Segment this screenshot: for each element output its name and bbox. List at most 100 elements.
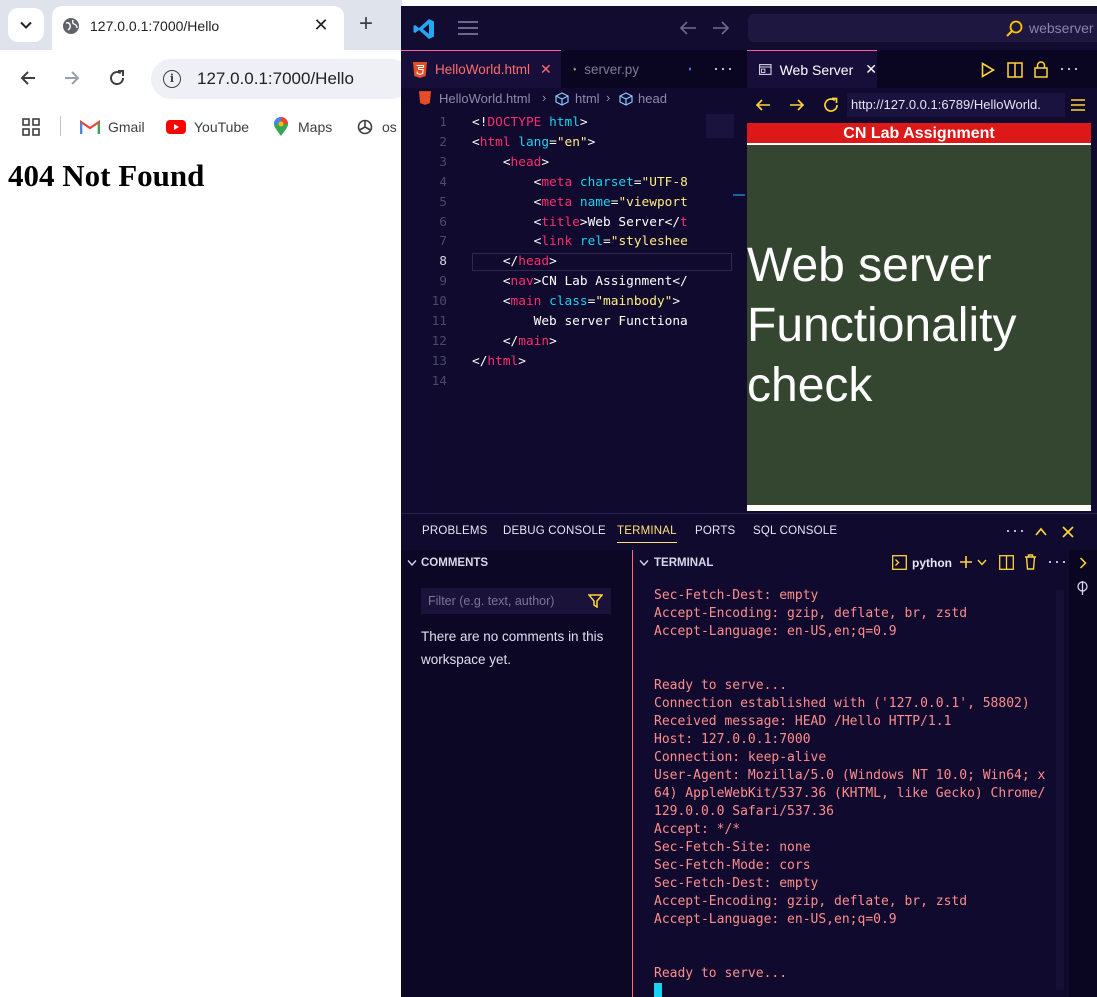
tab-web-server[interactable]: Web Server ✕ bbox=[747, 50, 877, 88]
breadcrumb-item[interactable]: head bbox=[638, 91, 667, 106]
breadcrumb-item[interactable]: HelloWorld.html bbox=[439, 91, 531, 106]
more-actions-icon[interactable]: ··· bbox=[1047, 551, 1068, 572]
tab-helloworld-html[interactable]: HelloWorld.html ✕ bbox=[401, 50, 561, 88]
preview-navigation: http://127.0.0.1:6789/HelloWorld. bbox=[745, 88, 1097, 122]
code-token: < bbox=[472, 194, 542, 210]
new-tab-button[interactable]: + bbox=[352, 10, 380, 38]
split-editor-icon[interactable] bbox=[1007, 62, 1023, 78]
menu-icon[interactable] bbox=[1071, 99, 1085, 111]
reload-button[interactable] bbox=[103, 64, 131, 92]
code-token: lang bbox=[518, 134, 550, 150]
youtube-icon bbox=[166, 120, 186, 134]
close-icon[interactable]: ✕ bbox=[865, 61, 877, 78]
filter-icon[interactable] bbox=[588, 594, 603, 608]
arrow-right-icon[interactable] bbox=[712, 20, 730, 36]
code-token: t bbox=[680, 214, 688, 230]
chevron-right-icon[interactable] bbox=[1079, 557, 1087, 569]
terminal-pane[interactable]: TERMINAL python ··· Sec-Fetch-Dest: empt… bbox=[633, 550, 1097, 997]
bookmark-youtube[interactable]: YouTube bbox=[166, 117, 249, 137]
address-bar[interactable]: i 127.0.0.1:7000/Hello bbox=[151, 59, 402, 99]
code-token: meta bbox=[541, 174, 573, 190]
terminal-line: Connection established with ('127.0.0.1'… bbox=[654, 696, 1030, 711]
tab-sql-console[interactable]: SQL CONSOLE bbox=[753, 525, 837, 537]
chevron-down-icon[interactable] bbox=[977, 559, 987, 566]
code-token: > bbox=[541, 154, 550, 170]
chevron-up-icon[interactable] bbox=[1035, 527, 1047, 537]
no-comments-message: There are no comments in this workspace … bbox=[421, 629, 604, 667]
code-token: title bbox=[541, 214, 580, 230]
line-number: 8 bbox=[439, 254, 447, 270]
tab-terminal[interactable]: TERMINAL bbox=[617, 525, 677, 543]
terminal-scrollbar[interactable] bbox=[1056, 590, 1064, 990]
more-actions-icon[interactable]: ··· bbox=[1059, 58, 1080, 79]
tab-label: server.py bbox=[584, 61, 639, 77]
comments-header[interactable]: COMMENTS bbox=[401, 550, 633, 576]
code-line: <main class="mainbody"> bbox=[472, 294, 680, 309]
html5-icon bbox=[419, 91, 431, 105]
code-line: <head> bbox=[472, 155, 549, 170]
arrow-left-icon[interactable] bbox=[755, 98, 771, 112]
browser-tab[interactable]: 127.0.0.1:7000/Hello ✕ bbox=[52, 6, 344, 50]
back-button[interactable] bbox=[14, 64, 42, 92]
preview-main-text: Web server Functionality check bbox=[747, 239, 1017, 412]
apps-button[interactable] bbox=[22, 117, 48, 137]
code-token: name bbox=[579, 194, 611, 210]
arrow-left-icon[interactable] bbox=[679, 20, 697, 36]
terminal-status-icon[interactable] bbox=[1076, 580, 1089, 596]
close-tab-icon[interactable]: ✕ bbox=[310, 14, 332, 36]
terminal-title: TERMINAL bbox=[654, 557, 714, 569]
command-center-text: webserver bbox=[1029, 20, 1094, 36]
arrow-right-icon[interactable] bbox=[789, 98, 805, 112]
command-center[interactable]: webserver bbox=[748, 14, 1097, 42]
lock-icon[interactable] bbox=[1034, 61, 1048, 78]
more-actions-icon[interactable]: ··· bbox=[1005, 520, 1026, 541]
code-token: rel bbox=[579, 234, 604, 250]
code-token: < bbox=[472, 234, 542, 250]
code-line: <meta charset="UTF-8 bbox=[472, 175, 688, 190]
panel-side-strip bbox=[1069, 550, 1097, 997]
code-editor[interactable]: 1 2 3 4 5 6 7 8 9 10 11 12 13 14 <!DOCTYPE html> <html… bbox=[401, 110, 745, 510]
line-number: 5 bbox=[439, 194, 447, 210]
chrome-tab-strip: 127.0.0.1:7000/Hello ✕ + bbox=[0, 0, 402, 50]
code-line: <nav>CN Lab Assignment</ bbox=[472, 274, 688, 289]
code-token: > bbox=[518, 353, 526, 369]
tab-server-py[interactable]: server.py bbox=[561, 50, 691, 88]
reload-icon[interactable] bbox=[823, 97, 839, 113]
comments-filter-input[interactable]: Filter (e.g. text, author) bbox=[421, 588, 611, 614]
line-number: 12 bbox=[431, 333, 447, 349]
more-actions-icon[interactable]: ··· bbox=[713, 58, 734, 79]
close-icon[interactable]: ✕ bbox=[540, 61, 552, 78]
forward-button[interactable] bbox=[58, 64, 86, 92]
minimap[interactable] bbox=[706, 114, 734, 138]
bookmark-os[interactable]: os bbox=[356, 117, 397, 137]
terminal-header: TERMINAL python ··· bbox=[633, 550, 1097, 576]
tab-problems[interactable]: PROBLEMS bbox=[422, 525, 488, 537]
split-terminal-icon[interactable] bbox=[999, 555, 1014, 570]
gmail-icon bbox=[80, 119, 100, 134]
tab-ports[interactable]: PORTS bbox=[695, 525, 735, 537]
terminal-line: Connection: keep-alive bbox=[654, 750, 827, 765]
breadcrumb-item[interactable]: html bbox=[575, 91, 600, 106]
line-number: 3 bbox=[439, 154, 447, 170]
tab-search-button[interactable] bbox=[8, 8, 44, 42]
bookmark-maps[interactable]: Maps bbox=[272, 117, 332, 137]
code-token: "en" bbox=[556, 134, 588, 150]
preview-url-bar[interactable]: http://127.0.0.1:6789/HelloWorld. bbox=[847, 93, 1065, 117]
code-token: meta bbox=[541, 194, 573, 210]
code-token: main bbox=[510, 294, 542, 310]
menu-icon[interactable] bbox=[458, 21, 478, 35]
trash-icon[interactable] bbox=[1024, 554, 1037, 570]
site-info-icon[interactable]: i bbox=[163, 70, 181, 88]
terminal-shell-name[interactable]: python bbox=[912, 556, 952, 570]
code-line: <html lang="en"> bbox=[472, 135, 595, 150]
close-panel-icon[interactable] bbox=[1062, 526, 1074, 538]
line-number: 11 bbox=[431, 314, 447, 329]
terminal-line: Ready to serve... bbox=[654, 966, 788, 981]
chrome-toolbar: i 127.0.0.1:7000/Hello bbox=[0, 50, 402, 108]
tab-debug-console[interactable]: DEBUG CONSOLE bbox=[503, 525, 606, 537]
add-terminal-icon[interactable] bbox=[959, 555, 973, 569]
run-icon[interactable] bbox=[981, 62, 995, 78]
bookmark-gmail[interactable]: Gmail bbox=[80, 117, 145, 137]
line-number: 9 bbox=[439, 274, 447, 290]
